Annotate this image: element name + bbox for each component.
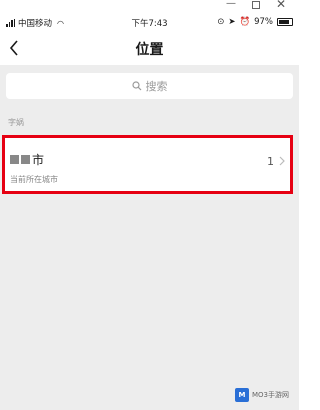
watermark: M MO3手游网 bbox=[234, 388, 289, 402]
status-right: ⊙ ➤ ⏰ 97% bbox=[217, 17, 293, 27]
minimize-icon[interactable]: — bbox=[226, 0, 236, 9]
location-arrow-icon: ➤ bbox=[228, 17, 236, 27]
chevron-right-icon bbox=[279, 156, 285, 166]
alarm-icon: ⏰ bbox=[239, 17, 251, 27]
window-controls: — ✕ bbox=[0, 0, 299, 10]
location-name: 市 bbox=[10, 151, 44, 168]
content: 字娲 市 当前所在城市 1 M MO3手游网 bbox=[0, 109, 299, 410]
maximize-icon[interactable] bbox=[252, 1, 260, 9]
battery-icon bbox=[277, 18, 293, 26]
location-subtitle: 当前所在城市 bbox=[10, 175, 58, 184]
close-icon[interactable]: ✕ bbox=[276, 0, 286, 10]
current-city-item[interactable]: 市 当前所在城市 1 bbox=[2, 135, 293, 194]
page-title: 位置 bbox=[135, 42, 164, 58]
location-name-suffix: 市 bbox=[32, 153, 45, 167]
redacted-block bbox=[10, 155, 19, 164]
watermark-text: MO3手游网 bbox=[251, 391, 289, 399]
status-bar: 中国移动 ◠ 下午7:43 ⊙ ➤ ⏰ 97% bbox=[0, 13, 299, 33]
watermark-logo: M bbox=[234, 388, 249, 402]
section-label: 字娲 bbox=[8, 118, 24, 127]
location-count: 1 bbox=[267, 155, 274, 168]
nav-bar: 位置 bbox=[0, 34, 299, 64]
search-area: 搜索 bbox=[0, 65, 299, 109]
search-input[interactable]: 搜索 bbox=[6, 73, 293, 99]
search-placeholder: 搜索 bbox=[145, 80, 168, 93]
orientation-lock-icon: ⊙ bbox=[217, 17, 225, 27]
battery-percent: 97% bbox=[254, 17, 273, 27]
redacted-block bbox=[21, 155, 30, 164]
search-icon bbox=[131, 81, 141, 91]
